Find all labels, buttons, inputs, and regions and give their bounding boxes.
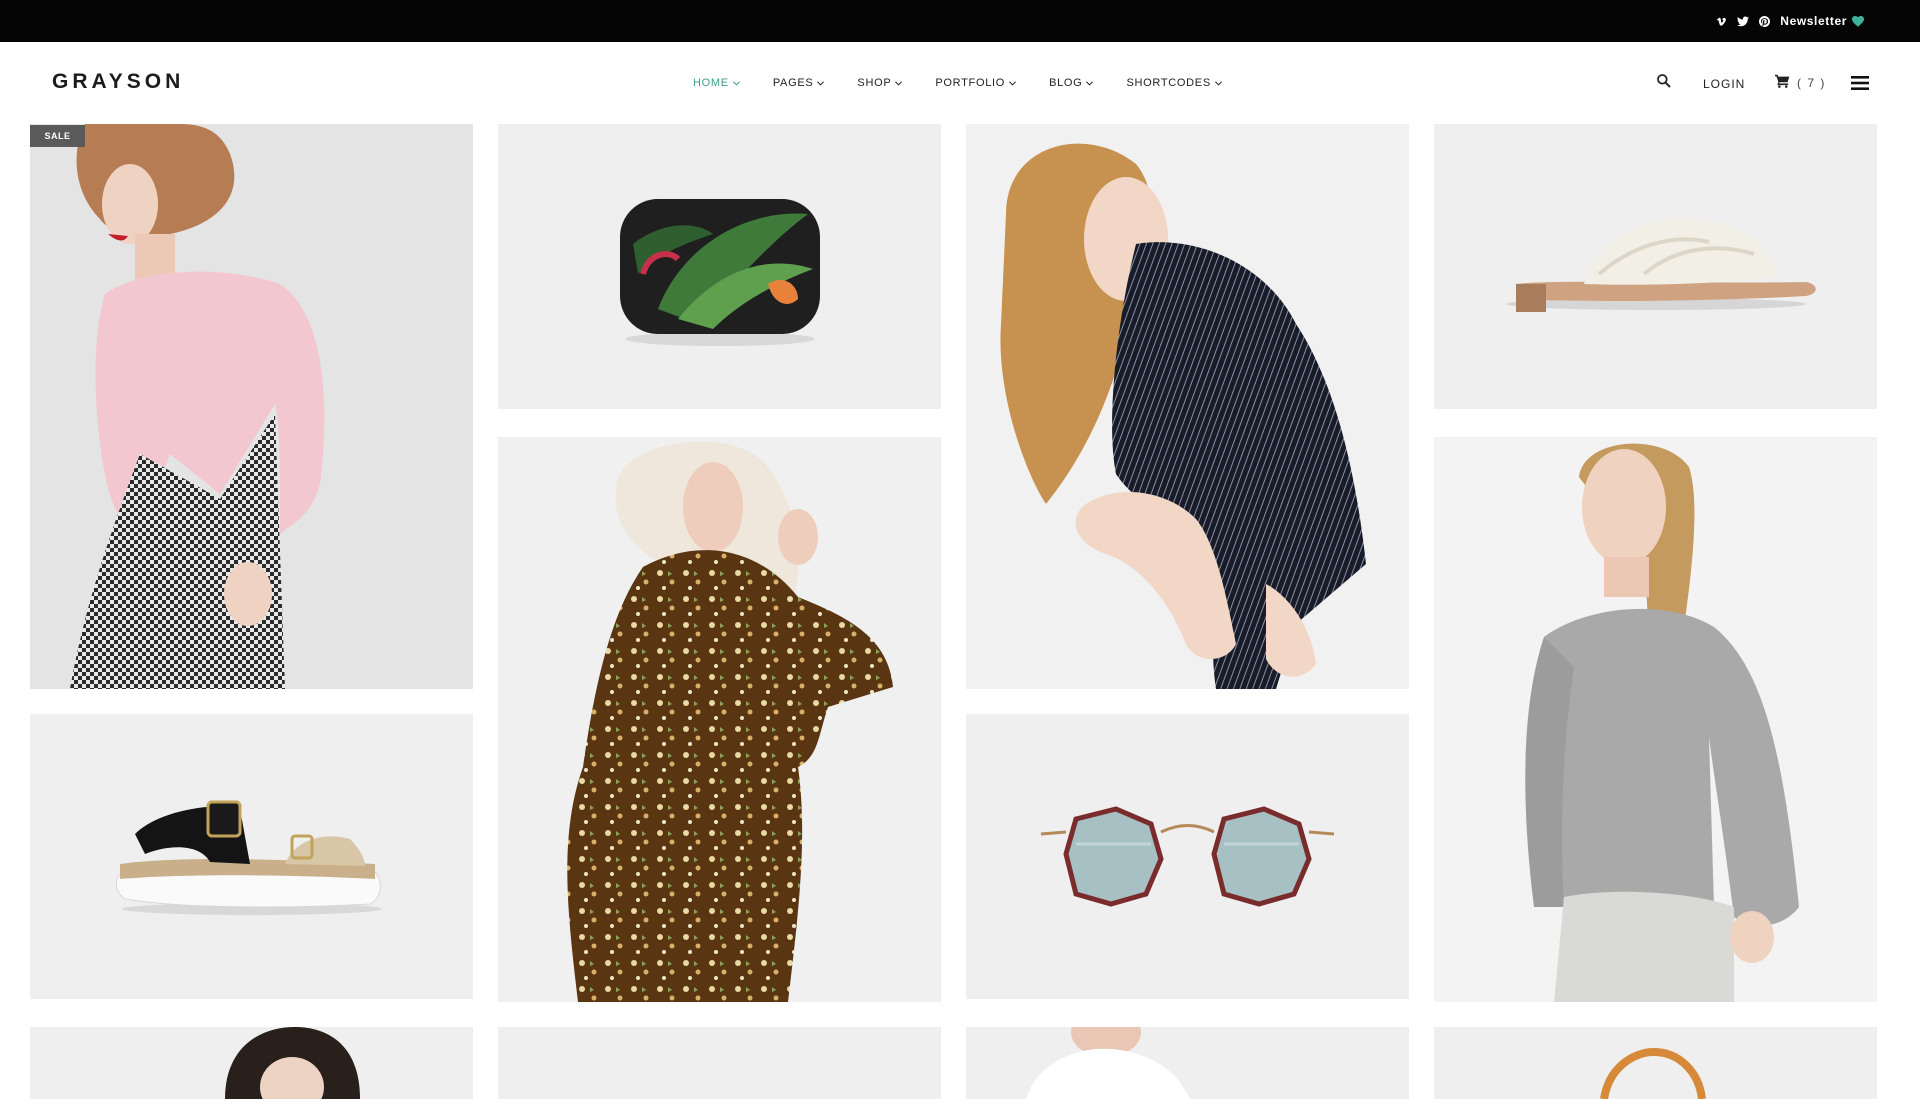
search-icon[interactable] bbox=[1656, 73, 1672, 94]
nav-label: HOME bbox=[693, 77, 729, 89]
top-bar: Newsletter bbox=[0, 0, 1920, 42]
product-photo bbox=[1434, 1027, 1877, 1099]
cart-icon bbox=[1775, 74, 1790, 91]
product-photo bbox=[966, 124, 1409, 689]
site-logo[interactable]: GRAYSON bbox=[52, 70, 184, 94]
nav-item-pages[interactable]: PAGES bbox=[773, 77, 825, 89]
nav-label: SHOP bbox=[857, 77, 892, 89]
heart-icon bbox=[1852, 15, 1864, 27]
chevron-down-icon bbox=[1086, 80, 1094, 86]
product-tile-tropical-bag[interactable] bbox=[498, 124, 941, 409]
pinterest-icon[interactable] bbox=[1759, 15, 1771, 27]
product-photo bbox=[30, 714, 473, 999]
nav-item-shortcodes[interactable]: SHORTCODES bbox=[1126, 77, 1222, 89]
product-tile-sunglasses[interactable] bbox=[966, 714, 1409, 999]
site-header: GRAYSON HOME PAGES SHOP PORTFOLIO BLOG S… bbox=[0, 42, 1920, 123]
twitter-icon[interactable] bbox=[1737, 16, 1750, 27]
cart-button[interactable]: ( 7 ) bbox=[1775, 74, 1826, 91]
product-tile-bottom-2[interactable] bbox=[498, 1027, 941, 1099]
nav-label: PORTFOLIO bbox=[935, 77, 1006, 89]
product-photo bbox=[1434, 124, 1877, 409]
nav-label: PAGES bbox=[772, 77, 814, 89]
vimeo-icon[interactable] bbox=[1716, 16, 1727, 27]
newsletter-label: Newsletter bbox=[1780, 14, 1847, 28]
main-nav: HOME PAGES SHOP PORTFOLIO BLOG SHORTCODE… bbox=[693, 77, 1255, 89]
newsletter-link[interactable]: Newsletter bbox=[1780, 14, 1864, 28]
product-tile-floral-dress[interactable] bbox=[498, 437, 941, 1002]
product-photo bbox=[966, 1027, 1409, 1099]
product-photo bbox=[1434, 437, 1877, 1002]
product-tile-pink-dress[interactable] bbox=[30, 124, 473, 689]
product-photo bbox=[30, 1027, 473, 1099]
nav-item-home[interactable]: HOME bbox=[693, 77, 740, 89]
login-link[interactable]: LOGIN bbox=[1703, 77, 1745, 91]
chevron-down-icon bbox=[1009, 80, 1016, 86]
product-tile-fur-slide[interactable] bbox=[1434, 124, 1877, 409]
nav-label: SHORTCODES bbox=[1126, 77, 1211, 89]
chevron-down-icon bbox=[732, 80, 740, 86]
hamburger-menu-icon[interactable] bbox=[1851, 76, 1869, 95]
chevron-down-icon bbox=[895, 80, 903, 86]
product-tile-pinstripe-coat[interactable] bbox=[966, 124, 1409, 689]
product-photo bbox=[30, 124, 473, 689]
product-photo bbox=[966, 714, 1409, 999]
chevron-down-icon bbox=[1214, 80, 1222, 86]
product-tile-bottom-4[interactable] bbox=[1434, 1027, 1877, 1099]
product-tile-grey-sweater[interactable] bbox=[1434, 437, 1877, 1002]
nav-label: BLOG bbox=[1049, 77, 1083, 89]
nav-item-blog[interactable]: BLOG bbox=[1049, 77, 1094, 89]
nav-item-portfolio[interactable]: PORTFOLIO bbox=[935, 77, 1016, 89]
product-photo bbox=[498, 437, 941, 1002]
sale-badge: SALE bbox=[30, 125, 85, 147]
product-tile-bottom-3[interactable] bbox=[966, 1027, 1409, 1099]
chevron-down-icon bbox=[817, 80, 825, 86]
product-tile-black-sandal[interactable] bbox=[30, 714, 473, 999]
product-tile-bottom-1[interactable] bbox=[30, 1027, 473, 1099]
nav-item-shop[interactable]: SHOP bbox=[857, 77, 903, 89]
product-photo bbox=[498, 1027, 941, 1099]
product-photo bbox=[498, 124, 941, 409]
cart-count: ( 7 ) bbox=[1797, 75, 1826, 90]
